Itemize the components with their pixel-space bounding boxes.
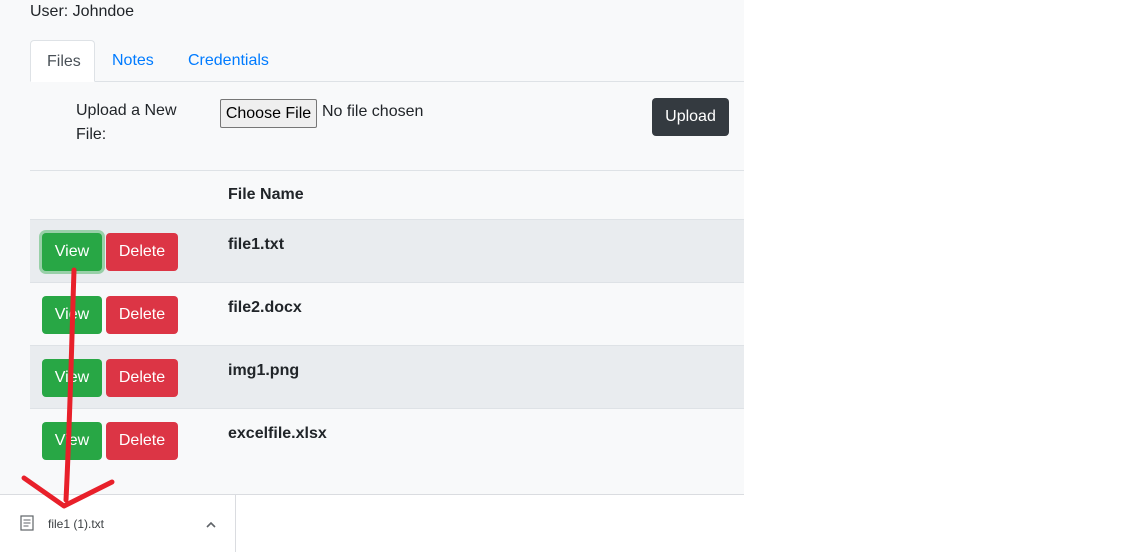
delete-button[interactable]: Delete <box>106 422 178 460</box>
table-row: View Delete file2.docx <box>30 282 744 345</box>
file-name-header: File Name <box>228 186 304 203</box>
main-content: User: Johndoe Files Notes Credentials Up… <box>0 0 744 494</box>
table-row: View Delete excelfile.xlsx <box>30 408 744 471</box>
view-button[interactable]: View <box>42 359 102 397</box>
download-item[interactable]: file1 (1).txt <box>0 495 236 552</box>
divider <box>30 170 744 171</box>
no-file-chosen-text: No file chosen <box>322 103 424 120</box>
table-row: View Delete file1.txt <box>30 219 744 282</box>
file-name: file2.docx <box>228 299 302 316</box>
upload-label: Upload a New File: <box>76 102 177 143</box>
tab-bar: Files Notes Credentials <box>30 40 744 82</box>
view-button[interactable]: View <box>42 296 102 334</box>
file-name: excelfile.xlsx <box>228 425 327 442</box>
file-icon <box>20 515 34 536</box>
delete-button[interactable]: Delete <box>106 359 178 397</box>
user-label: User: Johndoe <box>30 3 135 20</box>
chevron-up-icon[interactable] <box>205 517 217 535</box>
tab-credentials[interactable]: Credentials <box>172 40 285 82</box>
table-row: View Delete img1.png <box>30 345 744 408</box>
tab-files[interactable]: Files <box>30 40 95 82</box>
delete-button[interactable]: Delete <box>106 233 178 271</box>
view-button[interactable]: View <box>42 233 102 271</box>
file-name: img1.png <box>228 362 300 379</box>
file-name: file1.txt <box>228 236 285 253</box>
delete-button[interactable]: Delete <box>106 296 178 334</box>
upload-button[interactable]: Upload <box>652 98 729 136</box>
download-file-name: file1 (1).txt <box>48 517 105 531</box>
choose-file-button[interactable]: Choose File <box>220 99 317 128</box>
view-button[interactable]: View <box>42 422 102 460</box>
download-bar: file1 (1).txt <box>0 494 744 552</box>
tab-notes[interactable]: Notes <box>96 40 170 82</box>
